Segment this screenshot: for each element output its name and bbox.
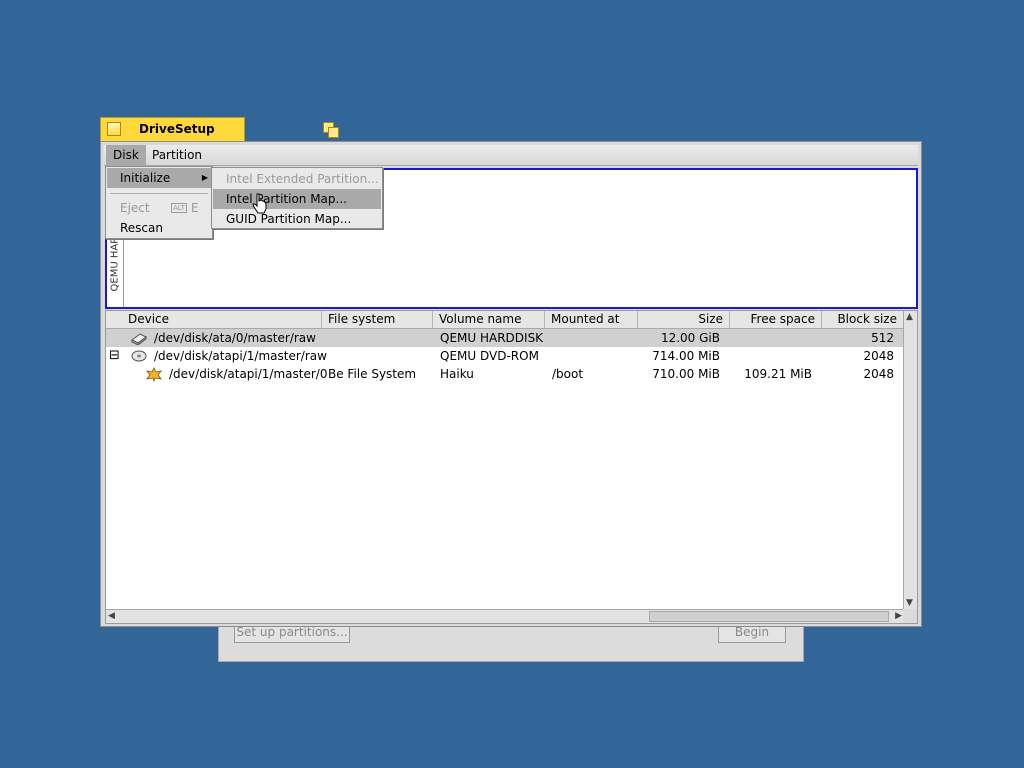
window-title: DriveSetup xyxy=(139,122,215,136)
scroll-left-icon[interactable]: ◀ xyxy=(108,611,115,621)
cell-volume: QEMU DVD-ROM xyxy=(440,349,539,363)
cell-mounted: /boot xyxy=(552,367,584,381)
column-free-space[interactable]: Free space xyxy=(730,311,822,328)
cell-block: 2048 xyxy=(863,367,894,381)
menu-disk[interactable]: Disk xyxy=(106,145,146,165)
menu-item-intel-partition-map[interactable]: Intel Partition Map... xyxy=(213,189,381,209)
resize-corner-icon[interactable] xyxy=(903,609,917,623)
table-row[interactable]: /dev/disk/ata/0/master/raw QEMU HARDDISK… xyxy=(106,329,904,347)
menu-item-intel-extended[interactable]: Intel Extended Partition... xyxy=(213,169,381,189)
menu-item-eject[interactable]: Eject ALT E xyxy=(107,198,211,218)
hand-cursor-icon xyxy=(252,193,267,214)
menu-separator xyxy=(110,193,208,194)
column-volume-name[interactable]: Volume name xyxy=(433,311,545,328)
menu-item-rescan[interactable]: Rescan xyxy=(107,218,211,238)
dvd-drive-icon xyxy=(131,350,147,362)
table-row[interactable]: /dev/disk/atapi/1/master/0 Be File Syste… xyxy=(106,365,904,383)
scroll-up-icon[interactable]: ▲ xyxy=(906,312,913,322)
alt-key-icon: ALT xyxy=(171,203,188,213)
cell-block: 2048 xyxy=(863,349,894,363)
column-block-size[interactable]: Block size xyxy=(822,311,904,328)
horizontal-scrollbar[interactable]: ◀ ▶ xyxy=(106,609,904,623)
cell-free: 109.21 MiB xyxy=(744,367,812,381)
close-icon[interactable] xyxy=(107,122,121,136)
column-device[interactable]: Device xyxy=(122,311,322,328)
cell-size: 12.00 GiB xyxy=(660,331,720,345)
cell-device: /dev/disk/atapi/1/master/0 xyxy=(169,367,328,381)
haiku-leaf-icon xyxy=(146,367,162,382)
scroll-right-icon[interactable]: ▶ xyxy=(895,611,902,621)
cell-free xyxy=(730,347,812,365)
menu-item-guid-partition-map[interactable]: GUID Partition Map... xyxy=(213,209,381,229)
cell-device: /dev/disk/ata/0/master/raw xyxy=(154,331,316,345)
harddisk-icon xyxy=(131,333,147,345)
column-mounted-at[interactable]: Mounted at xyxy=(545,311,638,328)
cell-volume: QEMU HARDDISK xyxy=(440,331,544,345)
window-tab[interactable]: DriveSetup xyxy=(100,117,339,141)
disk-menu: Initialize ▶ Eject ALT E Rescan xyxy=(105,166,213,239)
menubar: Disk Partition xyxy=(104,145,918,166)
collapse-icon[interactable]: ⊟ xyxy=(109,347,120,365)
cell-device: /dev/disk/atapi/1/master/raw xyxy=(154,349,327,363)
cell-size: 714.00 MiB xyxy=(652,349,720,363)
menu-item-initialize[interactable]: Initialize ▶ xyxy=(107,168,211,188)
cell-size: 710.00 MiB xyxy=(652,367,720,381)
cell-fs: Be File System xyxy=(328,367,417,381)
scroll-down-icon[interactable]: ▼ xyxy=(906,598,913,608)
initialize-submenu: Intel Extended Partition... Intel Partit… xyxy=(211,167,383,229)
horizontal-scroll-thumb[interactable] xyxy=(649,611,889,622)
cell-free xyxy=(730,329,812,347)
list-header: Device File system Volume name Mounted a… xyxy=(106,311,904,329)
submenu-arrow-icon: ▶ xyxy=(201,173,208,182)
vertical-scrollbar[interactable]: ▲ ▼ xyxy=(903,311,917,609)
menu-partition[interactable]: Partition xyxy=(145,145,209,165)
cell-volume: Haiku xyxy=(440,367,474,381)
cell-block: 512 xyxy=(871,331,894,345)
column-file-system[interactable]: File system xyxy=(322,311,433,328)
device-list[interactable]: Device File system Volume name Mounted a… xyxy=(105,310,918,624)
zoom-icon[interactable] xyxy=(323,122,339,138)
table-row[interactable]: ⊟ /dev/disk/atapi/1/master/raw QEMU DVD-… xyxy=(106,347,904,365)
column-size[interactable]: Size xyxy=(638,311,730,328)
